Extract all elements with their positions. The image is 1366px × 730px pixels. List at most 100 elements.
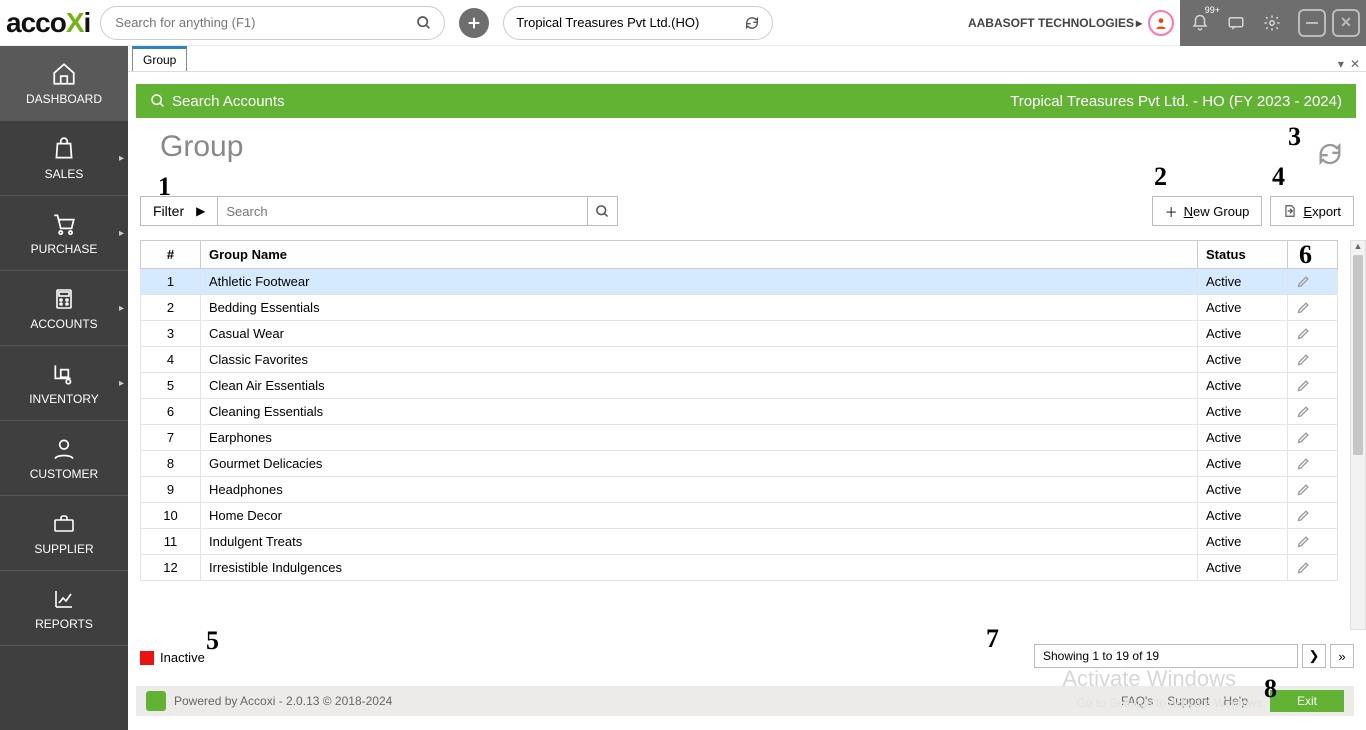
col-status[interactable]: Status xyxy=(1198,241,1288,269)
tab-close-icon[interactable]: ✕ xyxy=(1350,57,1360,71)
sidebar-label: INVENTORY xyxy=(29,392,99,406)
scroll-up-icon[interactable]: ▲ xyxy=(1351,241,1365,255)
header-iconbar: 99+ xyxy=(1180,0,1292,46)
company-name: AABASOFT TECHNOLOGIES xyxy=(968,16,1134,30)
edit-button[interactable] xyxy=(1288,529,1338,555)
export-label: Export xyxy=(1303,204,1341,219)
pencil-icon xyxy=(1296,508,1329,523)
bell-icon[interactable]: 99+ xyxy=(1184,7,1216,39)
pager-next[interactable]: ❯ xyxy=(1302,644,1326,668)
chevron-right-icon: ▸ xyxy=(119,228,124,239)
bag-icon xyxy=(48,135,80,163)
table-row[interactable]: 9HeadphonesActive xyxy=(141,477,1338,503)
edit-button[interactable] xyxy=(1288,269,1338,295)
cell-num: 4 xyxy=(141,347,201,373)
powered-by: Powered by Accoxi - 2.0.13 © 2018-2024 xyxy=(174,694,392,708)
table-row[interactable]: 10Home DecorActive xyxy=(141,503,1338,529)
table-row[interactable]: 3Casual WearActive xyxy=(141,321,1338,347)
context-search-label[interactable]: Search Accounts xyxy=(172,93,285,110)
annot-6: 6 xyxy=(1299,240,1312,270)
add-button[interactable] xyxy=(459,8,489,38)
sidebar-item-supplier[interactable]: SUPPLIER xyxy=(0,496,128,571)
sidebar-item-reports[interactable]: REPORTS xyxy=(0,571,128,646)
close-button[interactable]: ✕ xyxy=(1332,9,1360,37)
sidebar-item-customer[interactable]: CUSTOMER xyxy=(0,421,128,496)
table-row[interactable]: 4Classic FavoritesActive xyxy=(141,347,1338,373)
scroll-thumb[interactable] xyxy=(1353,255,1363,455)
global-search-input[interactable] xyxy=(115,15,404,30)
chevron-right-icon: ▸ xyxy=(119,303,124,314)
statusbar: Powered by Accoxi - 2.0.13 © 2018-2024 F… xyxy=(136,686,1354,716)
tab-label: Group xyxy=(143,53,176,67)
filter-button[interactable]: Filter ▶ xyxy=(140,196,218,226)
new-group-button[interactable]: ＋ New Group xyxy=(1152,196,1263,226)
sync-icon[interactable] xyxy=(744,15,760,31)
link-faq[interactable]: FAQ's xyxy=(1121,694,1153,708)
play-icon: ▶ xyxy=(196,204,205,218)
pencil-icon xyxy=(1296,430,1329,445)
search-input[interactable] xyxy=(218,196,588,226)
sidebar-label: CUSTOMER xyxy=(30,467,98,481)
edit-button[interactable] xyxy=(1288,347,1338,373)
search-icon[interactable] xyxy=(150,93,166,109)
pencil-icon xyxy=(1296,482,1329,497)
cell-status: Active xyxy=(1198,555,1288,581)
global-search[interactable] xyxy=(100,6,445,40)
table-row[interactable]: 1Athletic FootwearActive xyxy=(141,269,1338,295)
col-num[interactable]: # xyxy=(141,241,201,269)
search-icon[interactable] xyxy=(416,15,432,31)
company-switcher[interactable]: AABASOFT TECHNOLOGIES ▸ xyxy=(968,16,1142,30)
table-row[interactable]: 12Irresistible IndulgencesActive xyxy=(141,555,1338,581)
col-name[interactable]: Group Name xyxy=(201,241,1198,269)
edit-button[interactable] xyxy=(1288,425,1338,451)
sidebar-label: ACCOUNTS xyxy=(30,317,97,331)
export-icon xyxy=(1283,204,1297,218)
avatar[interactable] xyxy=(1148,10,1174,36)
org-selector[interactable]: Tropical Treasures Pvt Ltd.(HO) xyxy=(503,6,773,40)
cell-name: Bedding Essentials xyxy=(201,295,1198,321)
gear-icon[interactable] xyxy=(1256,7,1288,39)
logo-text-x: X xyxy=(66,7,84,38)
refresh-icon[interactable] xyxy=(1316,140,1344,168)
logo-text-c: i xyxy=(84,7,91,38)
minimize-button[interactable] xyxy=(1298,9,1326,37)
sidebar-item-sales[interactable]: SALES ▸ xyxy=(0,121,128,196)
edit-button[interactable] xyxy=(1288,477,1338,503)
sidebar-item-inventory[interactable]: INVENTORY ▸ xyxy=(0,346,128,421)
cell-num: 9 xyxy=(141,477,201,503)
pencil-icon xyxy=(1296,378,1329,393)
table-row[interactable]: 6Cleaning EssentialsActive xyxy=(141,399,1338,425)
cell-name: Headphones xyxy=(201,477,1198,503)
edit-button[interactable] xyxy=(1288,555,1338,581)
edit-button[interactable] xyxy=(1288,399,1338,425)
edit-button[interactable] xyxy=(1288,373,1338,399)
sidebar-item-accounts[interactable]: ACCOUNTS ▸ xyxy=(0,271,128,346)
cell-status: Active xyxy=(1198,321,1288,347)
link-support[interactable]: Support xyxy=(1167,694,1209,708)
pager-last[interactable]: » xyxy=(1330,644,1354,668)
edit-button[interactable] xyxy=(1288,451,1338,477)
cell-num: 8 xyxy=(141,451,201,477)
sidebar-item-dashboard[interactable]: DASHBOARD xyxy=(0,46,128,121)
edit-button[interactable] xyxy=(1288,295,1338,321)
tab-menu-icon[interactable]: ▾ xyxy=(1338,57,1344,71)
annot-1: 1 xyxy=(158,172,171,202)
cell-num: 12 xyxy=(141,555,201,581)
message-icon[interactable] xyxy=(1220,7,1252,39)
table-row[interactable]: 5Clean Air EssentialsActive xyxy=(141,373,1338,399)
exit-button[interactable]: Exit xyxy=(1270,690,1344,712)
pencil-icon xyxy=(1296,274,1329,289)
scrollbar[interactable]: ▲ xyxy=(1350,240,1366,630)
edit-button[interactable] xyxy=(1288,503,1338,529)
table-row[interactable]: 8Gourmet DelicaciesActive xyxy=(141,451,1338,477)
table-row[interactable]: 7EarphonesActive xyxy=(141,425,1338,451)
table-row[interactable]: 2Bedding EssentialsActive xyxy=(141,295,1338,321)
link-help[interactable]: Help xyxy=(1223,694,1248,708)
sidebar-item-purchase[interactable]: PURCHASE ▸ xyxy=(0,196,128,271)
search-go-button[interactable] xyxy=(588,196,618,226)
cell-name: Casual Wear xyxy=(201,321,1198,347)
tab-group[interactable]: Group xyxy=(132,46,187,71)
export-button[interactable]: Export xyxy=(1270,196,1354,226)
table-row[interactable]: 11Indulgent TreatsActive xyxy=(141,529,1338,555)
edit-button[interactable] xyxy=(1288,321,1338,347)
